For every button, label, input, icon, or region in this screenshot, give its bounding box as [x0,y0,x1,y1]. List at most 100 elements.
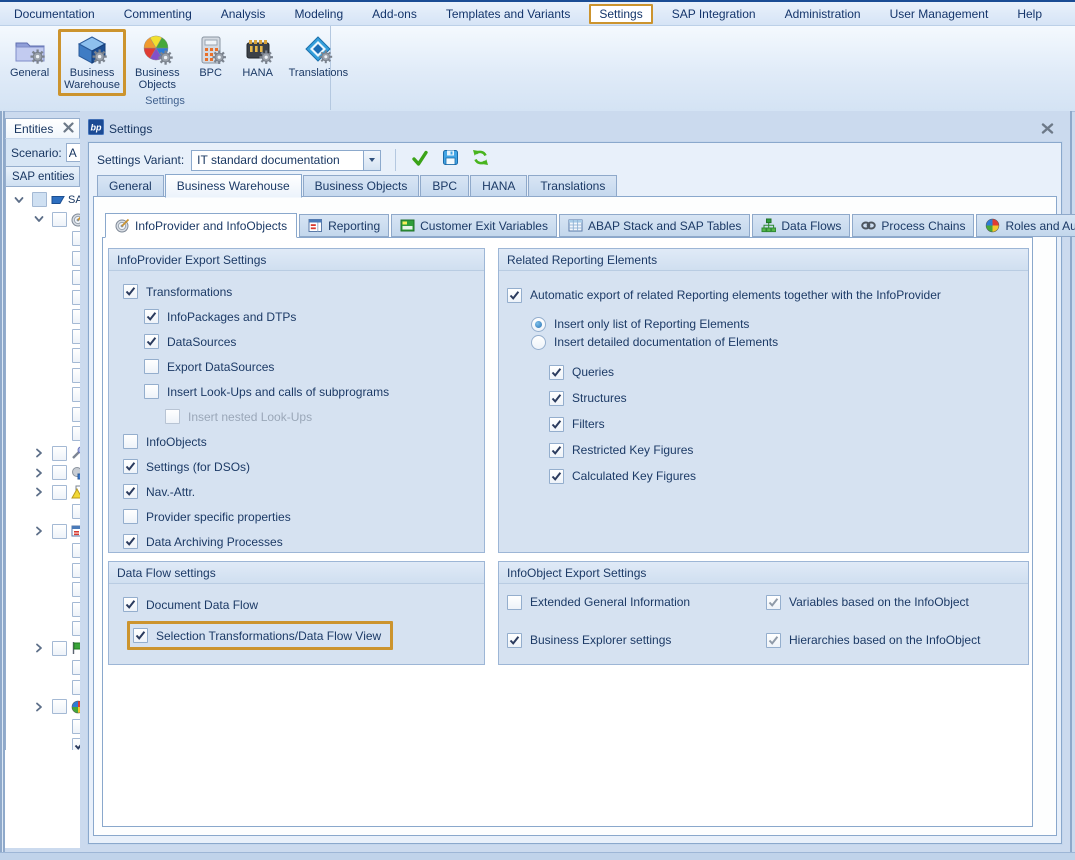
tree-row[interactable] [6,658,80,678]
chevron-right-icon[interactable] [34,447,52,459]
tree-row[interactable] [6,580,80,600]
tree-row[interactable] [6,717,80,737]
apply-button[interactable] [408,149,432,171]
tree-row[interactable] [6,229,80,249]
tree-checkbox[interactable] [72,231,80,246]
tree-row[interactable] [6,288,80,308]
tree-checkbox[interactable] [72,329,80,344]
checkbox-export-datasources[interactable]: Export DataSources [144,354,484,379]
checkbox-hierarchies-based-on-the-infoobject[interactable]: Hierarchies based on the InfoObject [766,632,1028,648]
tree-row[interactable] [6,639,80,659]
menu-item-add-ons[interactable]: Add-ons [362,4,427,24]
settings-variant-combobox[interactable]: IT standard documentation [191,150,381,171]
tab-business-warehouse[interactable]: Business Warehouse [165,174,302,198]
checkbox-infoobjects[interactable]: InfoObjects [123,429,484,454]
tree-row[interactable] [6,561,80,581]
ribbon-button-translations[interactable]: Translations [283,29,355,84]
checkbox-restricted-key-figures[interactable]: Restricted Key Figures [549,437,1028,463]
tree-row[interactable] [6,678,80,698]
chevron-down-icon[interactable] [14,194,32,206]
tree-row[interactable] [6,249,80,269]
tree-checkbox[interactable] [72,543,80,558]
tree-row[interactable] [6,463,80,483]
menu-item-documentation[interactable]: Documentation [4,4,105,24]
tree-checkbox[interactable] [72,582,80,597]
tab-hana[interactable]: HANA [470,175,527,197]
tree-row[interactable] [6,268,80,288]
tree-row[interactable] [6,307,80,327]
checkbox-data-archiving-processes[interactable]: Data Archiving Processes [123,529,484,554]
subtab-reporting[interactable]: Reporting [299,214,389,237]
chevron-right-icon[interactable] [34,701,52,713]
tree-checkbox[interactable] [52,465,67,480]
tree-row[interactable] [6,541,80,561]
tab-business-objects[interactable]: Business Objects [303,175,420,197]
subtab-data-flows[interactable]: Data Flows [752,214,850,237]
subtab-customer-exit-variables[interactable]: Customer Exit Variables [391,214,557,237]
entities-panel-tab[interactable]: Entities [5,118,80,139]
tree-row[interactable] [6,522,80,542]
tree-checkbox[interactable] [72,348,80,363]
checkbox-infopackages-and-dtps[interactable]: InfoPackages and DTPs [144,304,484,329]
tree-row[interactable] [6,502,80,522]
ribbon-button-hana[interactable]: HANA [236,29,280,84]
tree-row[interactable] [6,327,80,347]
chevron-right-icon[interactable] [34,642,52,654]
menu-item-analysis[interactable]: Analysis [211,4,276,24]
tree-checkbox[interactable] [52,641,67,656]
chevron-right-icon[interactable] [34,467,52,479]
checkbox-selection-transformations-data-flow-view[interactable]: Selection Transformations/Data Flow View [133,626,381,645]
checkbox-structures[interactable]: Structures [549,385,1028,411]
tree-row[interactable] [6,385,80,405]
document-tab-settings[interactable]: bp Settings [88,119,152,138]
tree-checkbox[interactable] [72,270,80,285]
checkbox-calculated-key-figures[interactable]: Calculated Key Figures [549,463,1028,489]
checkbox-queries[interactable]: Queries [549,359,1028,385]
tree-checkbox[interactable] [72,407,80,422]
tree-checkbox[interactable] [72,251,80,266]
scenario-input[interactable] [66,143,80,162]
menu-item-help[interactable]: Help [1007,4,1052,24]
tree-checkbox[interactable] [52,446,67,461]
tab-bpc[interactable]: BPC [420,175,469,197]
tree-checkbox[interactable] [72,621,80,636]
tree-row[interactable] [6,210,80,230]
tree-checkbox[interactable] [72,504,80,519]
tree-row[interactable] [6,736,80,750]
close-icon[interactable] [1041,122,1054,135]
checkbox-datasources[interactable]: DataSources [144,329,484,354]
subtab-infoprovider-and-infoobjects[interactable]: InfoProvider and InfoObjects [105,213,297,238]
radio-insert-only-list-of-reporting-elements[interactable]: Insert only list of Reporting Elements [531,315,1028,333]
menu-item-modeling[interactable]: Modeling [284,4,353,24]
save-button[interactable] [438,149,462,171]
tree-checkbox[interactable] [52,699,67,714]
tree-row[interactable] [6,405,80,425]
tab-sap-entities[interactable]: SAP entities [5,166,80,187]
chevron-down-icon[interactable] [363,151,380,170]
tree-checkbox[interactable] [32,192,47,207]
ribbon-button-business-objects[interactable]: Business Objects [129,29,186,96]
tab-translations[interactable]: Translations [528,175,617,197]
subtab-roles-and-authorizations[interactable]: Roles and Authorizations [976,214,1075,237]
tree-checkbox[interactable] [72,290,80,305]
ribbon-button-general[interactable]: General [4,29,55,84]
checkbox-filters[interactable]: Filters [549,411,1028,437]
tree-checkbox[interactable] [52,212,67,227]
checkbox-automatic-export-of-related-reporting-elements-together-with-the-infoprovider[interactable]: Automatic export of related Reporting el… [507,285,1028,305]
chevron-right-icon[interactable] [34,525,52,537]
checkbox-provider-specific-properties[interactable]: Provider specific properties [123,504,484,529]
menu-item-sap-integration[interactable]: SAP Integration [662,4,766,24]
subtab-abap-stack-and-sap-tables[interactable]: ABAP Stack and SAP Tables [559,214,750,237]
tree-checkbox[interactable] [52,485,67,500]
checkbox-document-data-flow[interactable]: Document Data Flow [123,592,484,617]
radio-insert-detailed-documentation-of-elements[interactable]: Insert detailed documentation of Element… [531,333,1028,351]
tree-checkbox[interactable] [72,602,80,617]
checkbox-extended-general-information[interactable]: Extended General Information [507,594,766,610]
checkbox-settings-for-dsos[interactable]: Settings (for DSOs) [123,454,484,479]
menu-item-commenting[interactable]: Commenting [114,4,202,24]
ribbon-button-business-warehouse[interactable]: Business Warehouse [58,29,126,96]
ribbon-button-bpc[interactable]: BPC [189,29,233,84]
tree-row[interactable] [6,366,80,386]
tree-row[interactable] [6,444,80,464]
tree-row[interactable] [6,483,80,503]
